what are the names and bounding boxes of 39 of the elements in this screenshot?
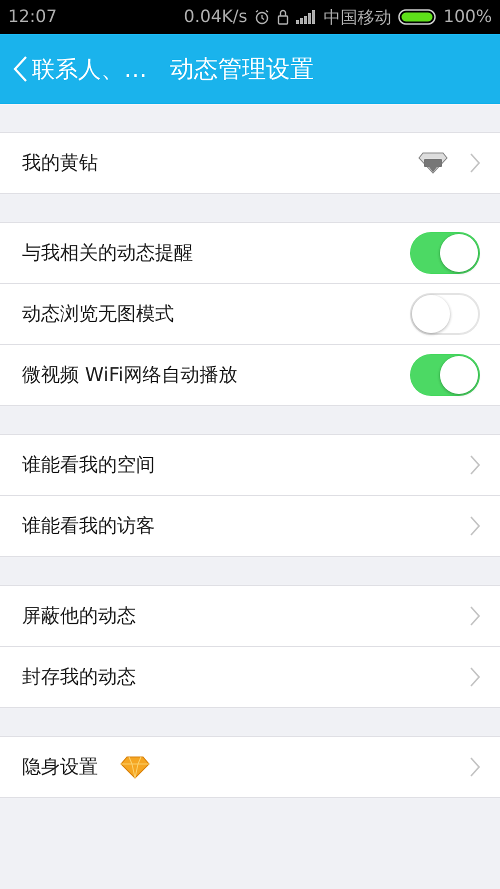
settings-row[interactable]: 动态浏览无图模式: [0, 283, 500, 344]
battery-icon: [398, 9, 436, 25]
row-label: 谁能看我的访客: [22, 514, 155, 539]
settings-row[interactable]: 微视频 WiFi网络自动播放: [0, 344, 500, 405]
page-title: 动态管理设置: [170, 54, 314, 85]
row-label: 我的黄钻: [22, 151, 98, 176]
toggle-switch[interactable]: [410, 293, 480, 335]
settings-row[interactable]: 与我相关的动态提醒: [0, 223, 500, 283]
settings-row[interactable]: 我的黄钻: [0, 133, 500, 193]
settings-row[interactable]: 谁能看我的访客: [0, 495, 500, 556]
row-label: 谁能看我的空间: [22, 453, 155, 478]
toggle-switch[interactable]: [410, 232, 480, 274]
badge-icon: [418, 151, 448, 175]
row-label: 封存我的动态: [22, 665, 136, 690]
row-label: 隐身设置: [22, 755, 98, 780]
clock-time: 12:07: [8, 7, 57, 27]
diamond-icon: [120, 755, 150, 779]
alarm-icon: [254, 9, 270, 25]
lock-icon: [277, 9, 290, 25]
settings-row[interactable]: 隐身设置: [0, 737, 500, 797]
row-label: 微视频 WiFi网络自动播放: [22, 363, 238, 388]
row-label: 与我相关的动态提醒: [22, 241, 193, 266]
chevron-icon: [470, 153, 480, 173]
chevron-icon: [470, 757, 480, 777]
settings-row[interactable]: 封存我的动态: [0, 646, 500, 707]
settings-row[interactable]: 谁能看我的空间: [0, 435, 500, 495]
battery-percent: 100%: [443, 7, 492, 27]
chevron-icon: [470, 606, 480, 626]
chevron-icon: [470, 516, 480, 536]
row-label: 动态浏览无图模式: [22, 302, 174, 327]
settings-row[interactable]: 屏蔽他的动态: [0, 586, 500, 646]
carrier-name: 中国移动: [323, 6, 392, 28]
chevron-icon: [470, 455, 480, 475]
toggle-switch[interactable]: [410, 354, 480, 396]
back-chevron-icon: [12, 55, 28, 83]
chevron-icon: [470, 667, 480, 687]
signal-icon: [296, 10, 316, 24]
network-speed: 0.04K/s: [184, 7, 248, 27]
row-label: 屏蔽他的动态: [22, 604, 136, 629]
